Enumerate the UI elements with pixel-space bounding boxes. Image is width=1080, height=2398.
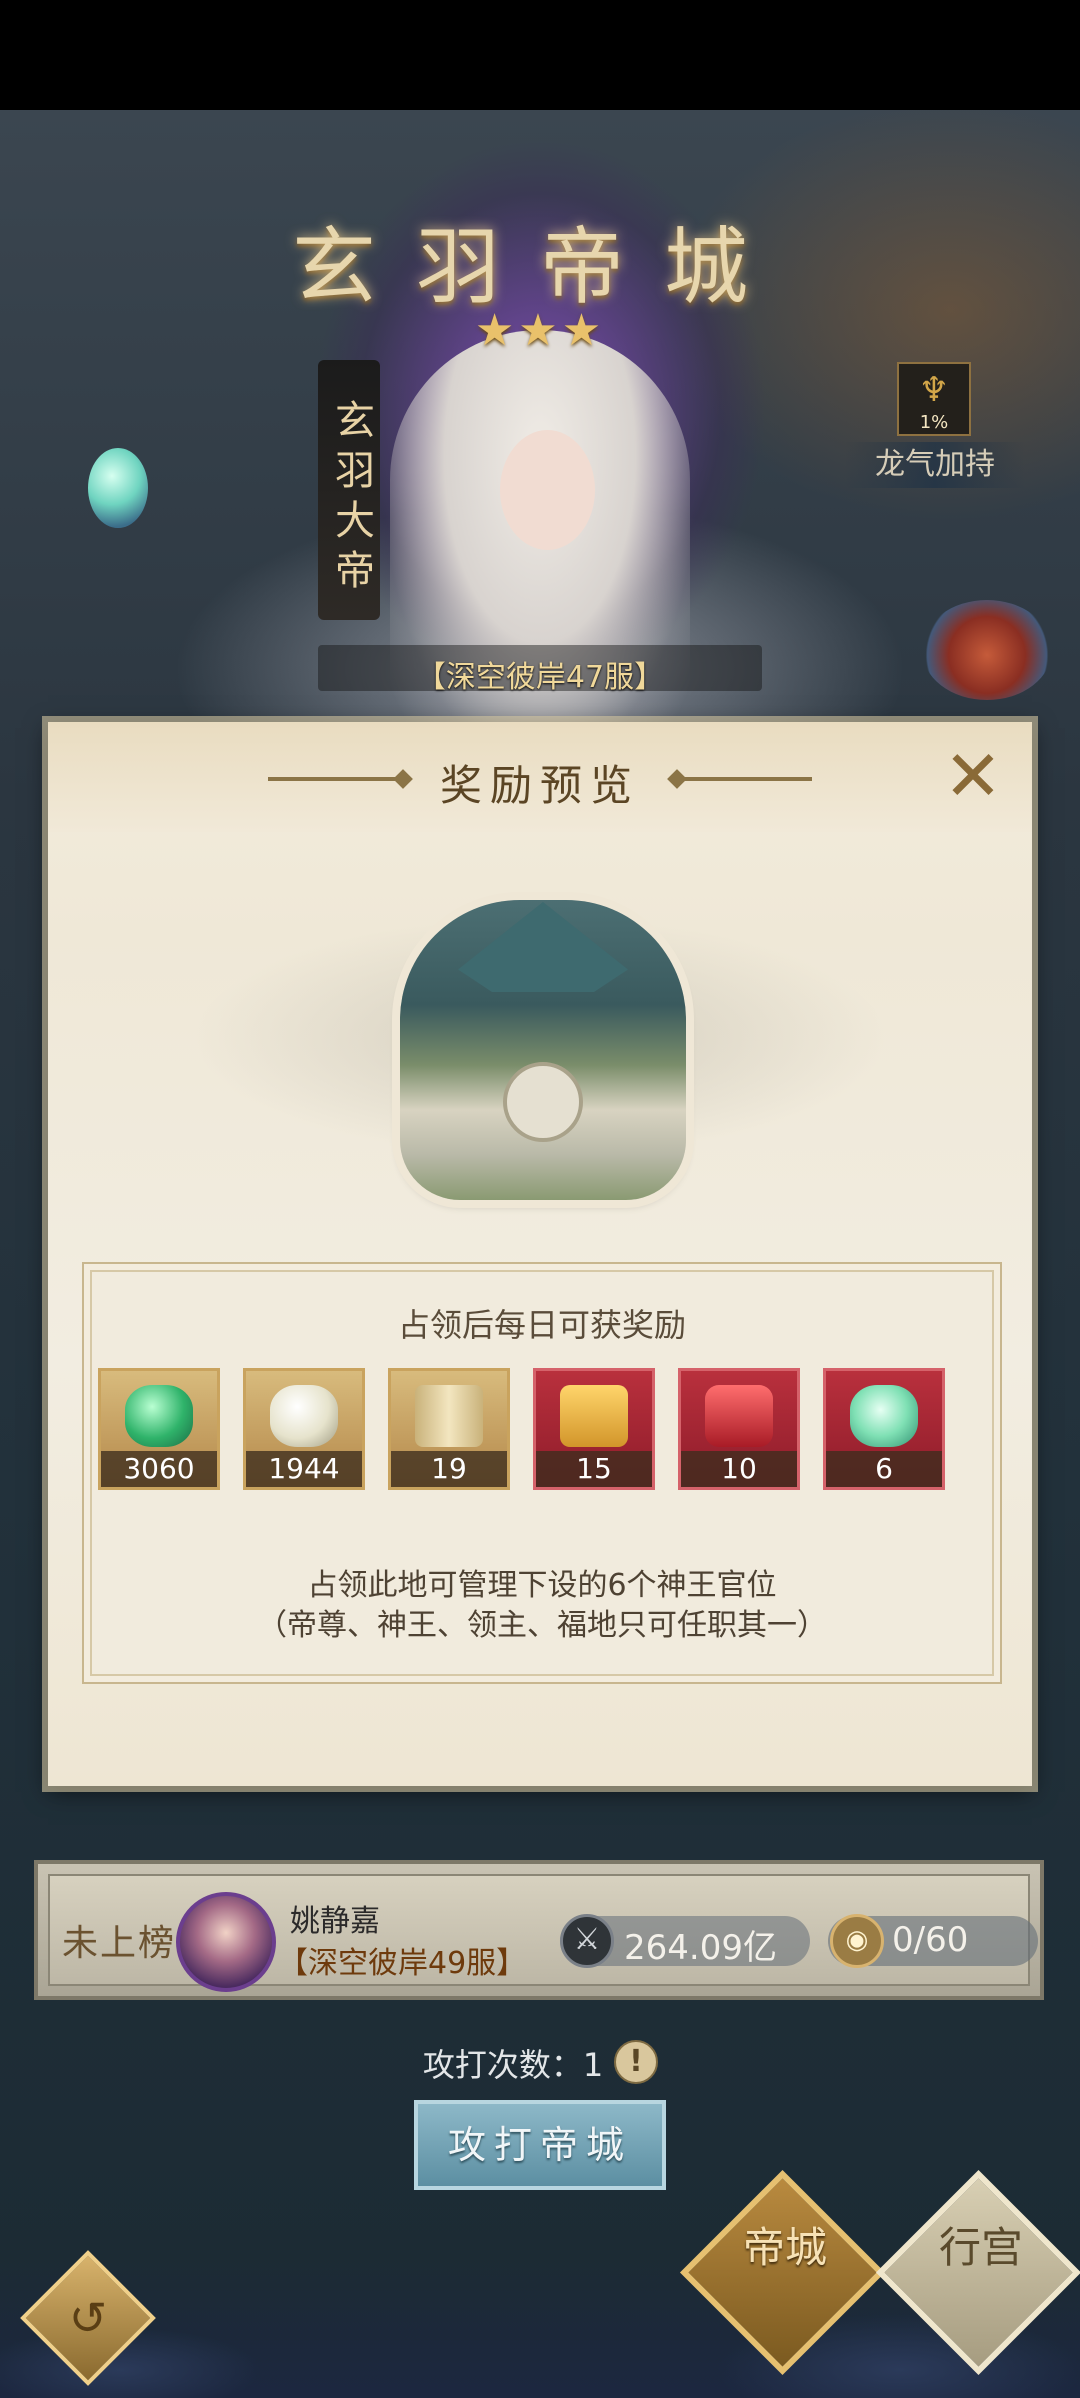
jade-orb-icon [850, 1385, 918, 1447]
rewards-description: 占领此地可管理下设的6个神王官位 [307, 1568, 777, 1603]
gold-chest-icon [560, 1385, 628, 1447]
tab-palace-label: 行宫 [938, 2223, 1023, 2272]
attack-city-button[interactable]: 攻打帝城 [414, 2100, 666, 2190]
reward-item[interactable]: 10 [678, 1368, 800, 1490]
reward-preview-modal: 奖励预览 ✕ 占领后每日可获奖励 3060 1944 19 15 10 6 占领… [48, 722, 1032, 1786]
reward-item[interactable]: 3060 [98, 1368, 220, 1490]
back-swirl-icon: ↺ [68, 2291, 108, 2345]
treasure-chest-icon[interactable] [922, 600, 1052, 700]
dragon-buff-label: 龙气加持 [845, 442, 1025, 488]
palace-plaza [503, 1062, 583, 1142]
goddess-face [500, 430, 595, 550]
info-icon[interactable]: ! [614, 2040, 658, 2084]
seal-icon: ◉ [830, 1914, 884, 1968]
scroll-icon [415, 1385, 483, 1447]
close-icon[interactable]: ✕ [938, 741, 1008, 814]
city-title: 玄羽帝城 [291, 218, 788, 316]
reward-item[interactable]: 15 [533, 1368, 655, 1490]
occupant-bar: 未上榜 姚静嘉 【深空彼岸49服】 ⚔ 264.09亿 ◉ 0/60 [34, 1860, 1044, 2000]
city-server-tag: 【深空彼岸47服】 [415, 660, 665, 695]
emperor-title-banner: 玄羽大帝 [318, 360, 380, 620]
reward-item[interactable]: 6 [823, 1368, 945, 1490]
dragon-buff-percent: 1% [919, 412, 949, 433]
reward-count: 19 [391, 1451, 507, 1487]
occupant-card[interactable]: 未上榜 姚静嘉 【深空彼岸49服】 ⚔ 264.09亿 ◉ 0/60 [48, 1874, 1038, 1992]
attack-count: 攻打次数：1 [0, 2040, 1080, 2086]
avatar[interactable] [176, 1892, 276, 1992]
modal-title: 奖励预览 [439, 761, 640, 810]
rewards-note: （帝尊、神王、领主、福地只可任职其一） [257, 1608, 827, 1643]
dragon-emblem-icon: ♆ [918, 370, 950, 410]
reward-count: 10 [681, 1451, 797, 1487]
status-bar [0, 0, 1080, 110]
player-name: 姚静嘉 [290, 1904, 380, 1939]
slot-value: 0/60 [892, 1920, 969, 1960]
attack-count-text: 攻打次数：1 [422, 2046, 604, 2084]
reward-item[interactable]: 19 [388, 1368, 510, 1490]
reward-count: 15 [536, 1451, 652, 1487]
rank-label: 未上榜 [62, 1923, 177, 1964]
tab-imperial-city-label: 帝城 [742, 2223, 827, 2272]
city-star-rating: ★★★ [474, 305, 606, 356]
red-talisman-icon [705, 1385, 773, 1447]
green-gem-icon [125, 1385, 193, 1447]
spirit-egg-artwork [88, 448, 148, 528]
reward-count: 3060 [101, 1451, 217, 1487]
rewards-heading: 占领后每日可获奖励 [397, 1306, 686, 1344]
sword-power-icon: ⚔ [560, 1914, 614, 1968]
player-server: 【深空彼岸49服】 [278, 1946, 527, 1981]
silver-feather-icon [270, 1385, 338, 1447]
reward-count: 6 [826, 1451, 942, 1487]
daily-rewards-panel: 占领后每日可获奖励 3060 1944 19 15 10 6 占领此地可管理下设… [82, 1262, 1002, 1684]
reward-count: 1944 [246, 1451, 362, 1487]
reward-item[interactable]: 1944 [243, 1368, 365, 1490]
power-value: 264.09亿 [624, 1928, 777, 1968]
dragon-buff-button[interactable]: ♆ 1% [897, 362, 971, 436]
